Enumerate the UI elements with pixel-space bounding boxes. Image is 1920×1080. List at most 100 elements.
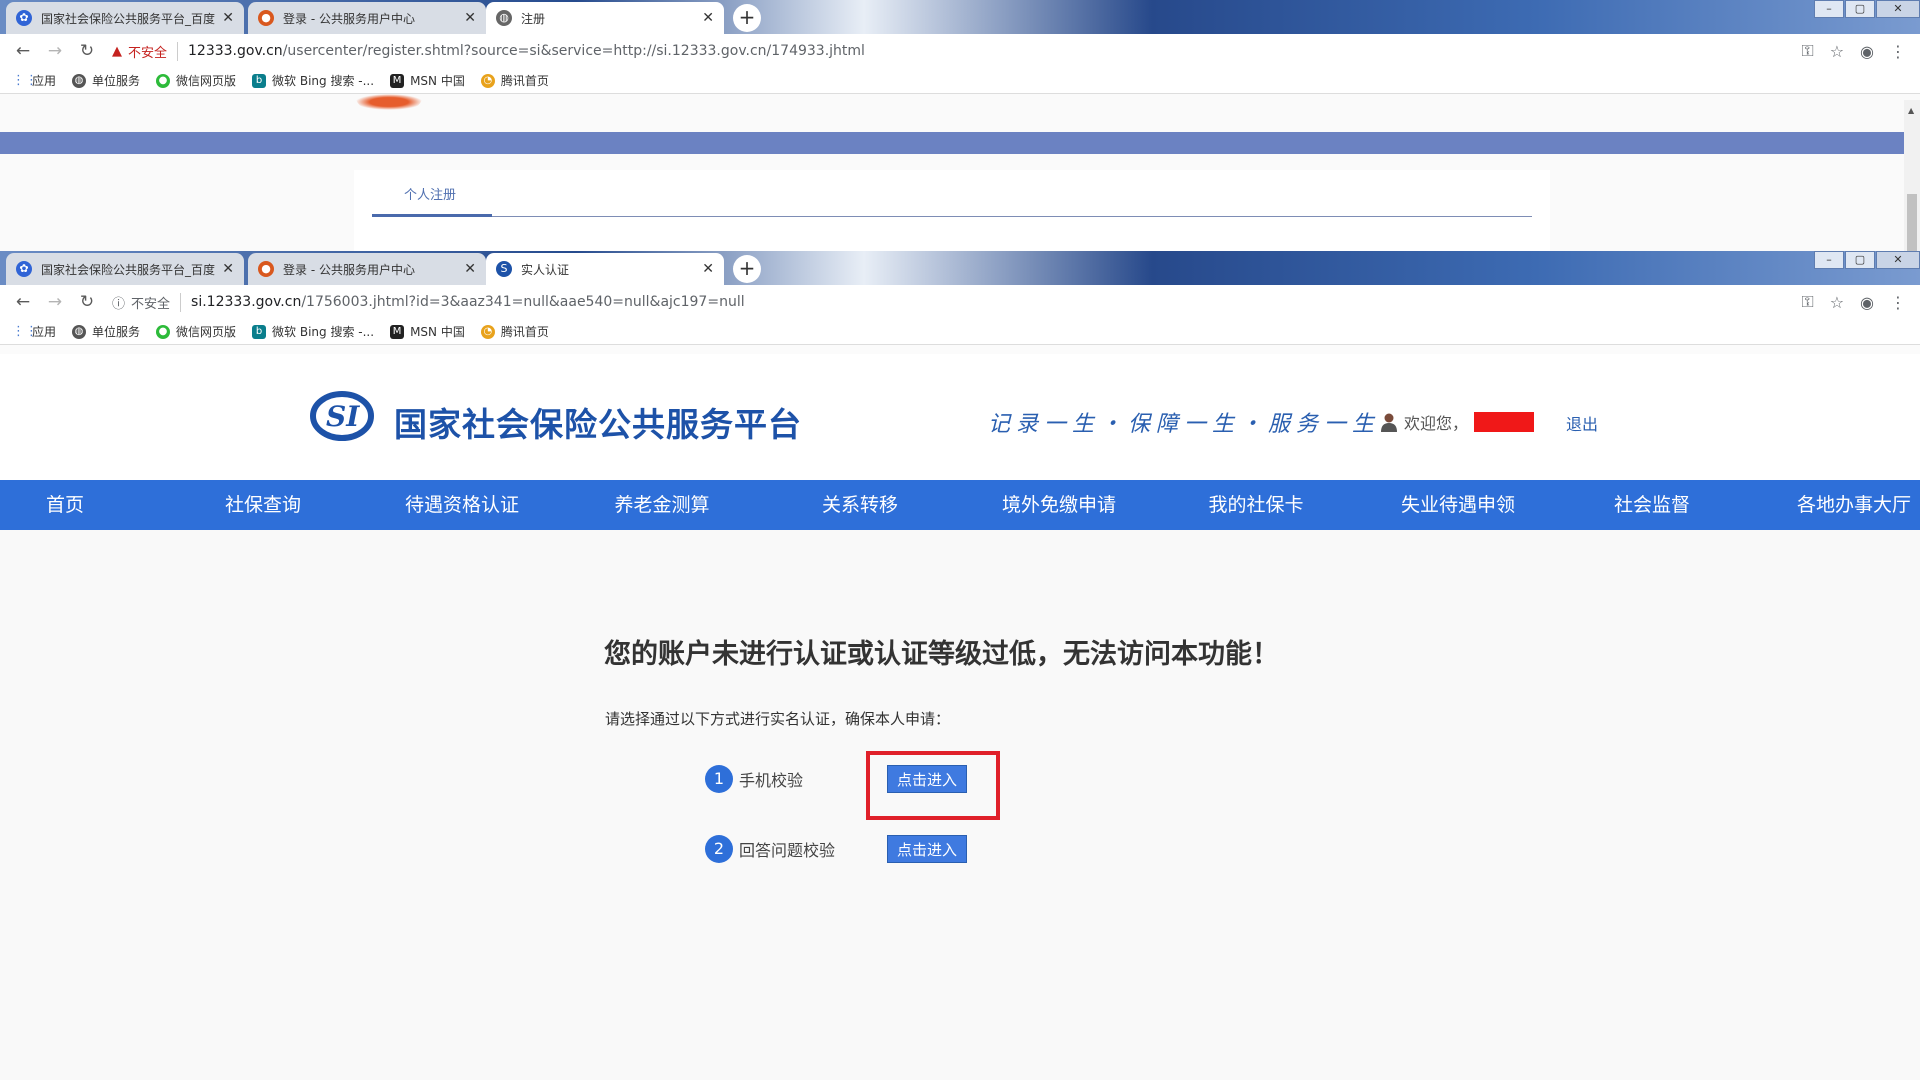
tab-title: 注册 <box>521 11 546 26</box>
tab-strip: ✿ 国家社会保险公共服务平台_百度 ✕ ● 登录 - 公共服务用户中心 ✕ S … <box>0 251 1920 285</box>
welcome-text: 欢迎您， <box>1404 414 1469 433</box>
option-question-verify: 2 回答问题校验 <box>705 835 835 863</box>
nav-home[interactable]: 首页 <box>24 480 106 530</box>
bookmark-bing[interactable]: b 微软 Bing 搜索 -... <box>252 72 374 89</box>
nav-overseas-exemption[interactable]: 境外免缴申请 <box>988 480 1130 530</box>
info-icon: ⓘ <box>112 296 126 312</box>
new-tab-button[interactable]: + <box>733 4 761 32</box>
scroll-up-icon[interactable]: ▲ <box>1908 106 1914 115</box>
nav-social-security-query[interactable]: 社保查询 <box>208 480 318 530</box>
nav-pension-calculator[interactable]: 养老金测算 <box>592 480 732 530</box>
key-icon[interactable]: ⚿ <box>1802 292 1814 312</box>
nav-social-supervision[interactable]: 社会监督 <box>1602 480 1702 530</box>
option-phone-verify: 1 手机校验 <box>705 765 803 793</box>
bookmark-unit-services[interactable]: ◍ 单位服务 <box>72 72 140 89</box>
logout-link[interactable]: 退出 <box>1566 411 1598 435</box>
forward-icon[interactable]: → <box>44 292 66 312</box>
minimize-icon[interactable]: – <box>1814 0 1844 18</box>
reload-icon[interactable]: ↻ <box>76 41 98 61</box>
question-verify-enter-button[interactable]: 点击进入 <box>887 835 967 863</box>
menu-icon[interactable]: ⋮ <box>1890 42 1906 61</box>
active-tab-indicator <box>372 214 492 217</box>
msn-icon: M <box>390 324 405 339</box>
address-bar[interactable]: ▲ 不安全 12333.gov.cn/usercenter/register.sh… <box>112 41 865 61</box>
bookmark-tencent[interactable]: ◔ 腾讯首页 <box>480 323 549 340</box>
bookmark-wechat[interactable]: ● 微信网页版 <box>156 72 236 89</box>
close-tab-icon[interactable]: ✕ <box>702 10 714 26</box>
step-number-badge: 1 <box>705 765 733 793</box>
si-logo-icon: S <box>496 261 512 277</box>
profile-icon[interactable]: ◉ <box>1860 42 1874 61</box>
nav-unemployment-benefits[interactable]: 失业待遇申领 <box>1388 480 1528 530</box>
new-tab-button[interactable]: + <box>733 255 761 283</box>
maximize-icon[interactable]: ▢ <box>1845 251 1875 269</box>
tab-title: 登录 - 公共服务用户中心 <box>283 262 415 277</box>
tab-personal-register[interactable]: 个人注册 <box>404 184 456 203</box>
menu-icon[interactable]: ⋮ <box>1890 293 1906 312</box>
page-content: SI 国家社会保险公共服务平台 记录一生・保障一生・服务一生 欢迎您， 退出 首… <box>0 354 1920 1080</box>
tencent-icon: ◔ <box>480 324 495 339</box>
url-host: 12333.gov.cn <box>188 43 283 59</box>
browser-window-2: ✿ 国家社会保险公共服务平台_百度 ✕ ● 登录 - 公共服务用户中心 ✕ S … <box>0 251 1920 345</box>
security-indicator[interactable]: ⓘ 不安全 <box>112 292 182 312</box>
user-icon <box>1381 413 1397 432</box>
nav-relationship-transfer[interactable]: 关系转移 <box>800 480 920 530</box>
close-tab-icon[interactable]: ✕ <box>222 10 234 26</box>
tab-identity-verification[interactable]: S 实人认证 ✕ <box>486 253 724 285</box>
star-icon[interactable]: ☆ <box>1830 293 1844 312</box>
profile-icon[interactable]: ◉ <box>1860 293 1874 312</box>
bookmark-unit-services[interactable]: ◍ 单位服务 <box>72 323 140 340</box>
nav-my-social-card[interactable]: 我的社保卡 <box>1196 480 1316 530</box>
back-icon[interactable]: ← <box>12 292 34 312</box>
browser-toolbar: ← → ↻ ▲ 不安全 12333.gov.cn/usercenter/regis… <box>0 34 1920 68</box>
address-bar[interactable]: ⓘ 不安全 si.12333.gov.cn/1756003.jhtml?id=3&… <box>112 292 745 312</box>
maximize-icon[interactable]: ▢ <box>1845 0 1875 18</box>
bookmark-apps[interactable]: ⋮⋮ 应用 <box>12 72 56 89</box>
bing-icon: b <box>252 73 267 88</box>
step-number-badge: 2 <box>705 835 733 863</box>
tab-baidu[interactable]: ✿ 国家社会保险公共服务平台_百度 ✕ <box>6 2 244 34</box>
tab-login[interactable]: ● 登录 - 公共服务用户中心 ✕ <box>248 253 486 285</box>
register-panel: 个人注册 <box>354 170 1550 251</box>
tencent-icon: ◔ <box>480 73 495 88</box>
bookmark-msn[interactable]: M MSN 中国 <box>390 72 465 89</box>
bookmark-wechat[interactable]: ● 微信网页版 <box>156 323 236 340</box>
nav-local-service-halls[interactable]: 各地办事大厅 <box>1788 480 1920 530</box>
baidu-paw-icon: ✿ <box>16 10 32 26</box>
forward-icon[interactable]: → <box>44 41 66 61</box>
bookmark-bing[interactable]: b 微软 Bing 搜索 -... <box>252 323 374 340</box>
baidu-paw-icon: ✿ <box>16 261 32 277</box>
star-icon[interactable]: ☆ <box>1830 42 1844 61</box>
security-label: 不安全 <box>131 296 171 312</box>
auth-instruction: 请选择通过以下方式进行实名认证，确保本人申请： <box>605 710 951 728</box>
close-tab-icon[interactable]: ✕ <box>464 261 476 277</box>
bookmark-msn[interactable]: M MSN 中国 <box>390 323 465 340</box>
emblem-icon: ● <box>258 10 274 26</box>
tab-register[interactable]: ◍ 注册 ✕ <box>486 2 724 34</box>
tab-login[interactable]: ● 登录 - 公共服务用户中心 ✕ <box>248 2 486 34</box>
tab-baidu[interactable]: ✿ 国家社会保险公共服务平台_百度 ✕ <box>6 253 244 285</box>
tab-title: 国家社会保险公共服务平台_百度 <box>41 11 216 26</box>
site-header: SI 国家社会保险公共服务平台 记录一生・保障一生・服务一生 欢迎您， 退出 <box>0 354 1920 480</box>
close-window-icon[interactable]: ✕ <box>1876 0 1920 18</box>
emblem-fragment <box>355 94 423 110</box>
minimize-icon[interactable]: – <box>1814 251 1844 269</box>
bookmark-apps[interactable]: ⋮⋮ 应用 <box>12 323 56 340</box>
bookmarks-bar: ⋮⋮ 应用 ◍ 单位服务 ● 微信网页版 b 微软 Bing 搜索 -... M MSN … <box>0 68 1920 94</box>
key-icon[interactable]: ⚿ <box>1802 41 1814 61</box>
close-tab-icon[interactable]: ✕ <box>222 261 234 277</box>
bookmark-tencent[interactable]: ◔ 腾讯首页 <box>480 72 549 89</box>
security-indicator[interactable]: ▲ 不安全 <box>112 41 179 61</box>
close-tab-icon[interactable]: ✕ <box>702 261 714 277</box>
close-tab-icon[interactable]: ✕ <box>464 10 476 26</box>
close-window-icon[interactable]: ✕ <box>1876 251 1920 269</box>
scroll-thumb[interactable] <box>1907 194 1917 251</box>
scrollbar[interactable]: ▲ <box>1904 100 1920 251</box>
back-icon[interactable]: ← <box>12 41 34 61</box>
url-host: si.12333.gov.cn <box>191 294 302 310</box>
nav-benefit-qualification[interactable]: 待遇资格认证 <box>392 480 532 530</box>
main-nav: 首页 社保查询 待遇资格认证 养老金测算 关系转移 境外免缴申请 我的社保卡 失… <box>0 480 1920 530</box>
reload-icon[interactable]: ↻ <box>76 292 98 312</box>
bing-icon: b <box>252 324 267 339</box>
user-welcome: 欢迎您， <box>1380 410 1535 434</box>
